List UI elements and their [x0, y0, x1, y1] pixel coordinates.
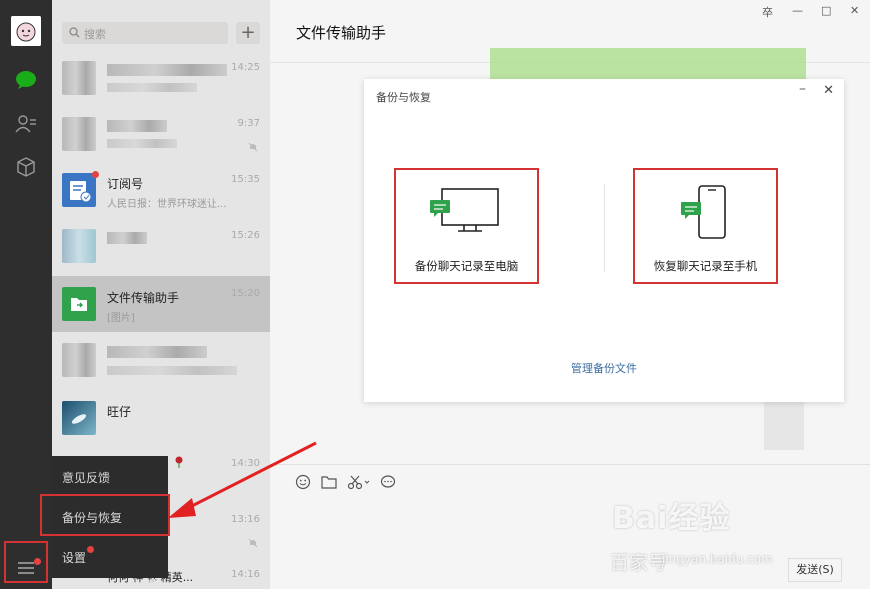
dialog-minimize-button[interactable]: –: [799, 81, 806, 97]
watermark-url: jingyan.baidu.com: [662, 552, 773, 566]
chat-name: 文件传输助手: [107, 291, 180, 305]
monitor-icon: [430, 188, 499, 232]
chat-time: 15:20: [231, 288, 260, 299]
mute-bell-icon: [248, 142, 258, 152]
chat-item[interactable]: 9:37: [52, 106, 270, 162]
backup-to-pc-label: 备份聊天记录至电脑: [414, 259, 519, 273]
rose-icon: [175, 456, 183, 468]
dialog-title: 备份与恢复: [376, 91, 431, 104]
manage-backups-link[interactable]: 管理备份文件: [364, 360, 844, 376]
chat-time: 13:16: [231, 514, 260, 525]
chat-item-subscriptions[interactable]: 订阅号 人民日报：世界环球迷让... 15:35: [52, 162, 270, 218]
menu-item-settings[interactable]: 设置: [62, 549, 86, 566]
restore-to-phone-label: 恢复聊天记录至手机: [653, 259, 758, 273]
folder-icon[interactable]: [319, 472, 339, 492]
message-bubble[interactable]: [490, 48, 806, 82]
chat-avatar: [62, 61, 96, 95]
contacts-icon[interactable]: [14, 112, 38, 136]
chat-time: 9:37: [237, 118, 260, 129]
close-button[interactable]: ✕: [850, 4, 859, 17]
backup-restore-dialog: 备份与恢复 – ✕ 备份聊天记录至电脑 恢复聊天记录至手机 管理备份文件: [364, 79, 844, 402]
message-image-blur[interactable]: [764, 402, 804, 450]
menu-item-feedback[interactable]: 意见反馈: [62, 469, 110, 486]
chat-avatar: [62, 117, 96, 151]
menu-highlight-box: [40, 494, 170, 536]
maximize-button[interactable]: □: [821, 4, 831, 17]
chat-avatar: [62, 343, 96, 377]
chat-avatar: [62, 229, 96, 263]
screenshot-scissors-icon[interactable]: [346, 472, 372, 492]
input-toolbar-divider: [270, 464, 870, 465]
minimize-button[interactable]: —: [792, 4, 803, 17]
settings-badge-dot: [87, 546, 94, 553]
add-chat-button[interactable]: +: [236, 22, 260, 44]
chat-time: 14:30: [231, 458, 260, 469]
unread-dot: [92, 171, 99, 178]
chat-name: 订阅号: [107, 177, 144, 191]
chat-item[interactable]: [52, 332, 270, 390]
search-icon: [69, 27, 80, 38]
more-menu: 意见反馈 备份与恢复 设置: [40, 456, 170, 578]
phone-icon: [681, 185, 726, 239]
chat-avatar: [62, 401, 96, 435]
search-input[interactable]: 搜索: [84, 26, 106, 42]
backup-to-pc-button[interactable]: 备份聊天记录至电脑: [394, 168, 539, 284]
chat-time: 15:35: [231, 174, 260, 185]
chat-preview: 人民日报：世界环球迷让...: [107, 199, 227, 210]
chat-item[interactable]: 15:26: [52, 218, 270, 274]
chat-time: 14:25: [231, 62, 260, 73]
subscription-icon: [62, 173, 96, 207]
avatar[interactable]: [11, 16, 41, 46]
chat-item-file-transfer[interactable]: 文件传输助手 [图片] 15:20: [52, 276, 270, 332]
pin-button[interactable]: 卒: [762, 4, 773, 20]
chat-icon[interactable]: [14, 68, 38, 92]
chat-preview: [图片]: [107, 313, 135, 324]
mute-bell-icon: [248, 538, 258, 548]
chat-item[interactable]: 旺仔: [52, 390, 270, 446]
menu-highlight-box: [4, 541, 48, 583]
chat-history-icon[interactable]: [378, 472, 398, 492]
file-transfer-icon: [62, 287, 96, 321]
favorites-cube-icon[interactable]: [14, 155, 38, 179]
search-box[interactable]: 搜索: [62, 22, 228, 44]
chat-item[interactable]: 14:25: [52, 50, 270, 106]
emoji-icon[interactable]: [293, 472, 313, 492]
restore-to-phone-button[interactable]: 恢复聊天记录至手机: [633, 168, 778, 284]
chat-name: 旺仔: [107, 405, 132, 419]
chat-time: 14:16: [231, 569, 260, 580]
dialog-close-button[interactable]: ✕: [823, 83, 834, 98]
options-divider: [604, 184, 605, 272]
watermark-subtitle: 百家号: [610, 552, 668, 574]
send-button[interactable]: 发送(S): [788, 558, 842, 582]
chat-title: 文件传输助手: [296, 24, 387, 42]
chat-time: 15:26: [231, 230, 260, 241]
baidu-watermark: Bai经验: [612, 501, 731, 536]
